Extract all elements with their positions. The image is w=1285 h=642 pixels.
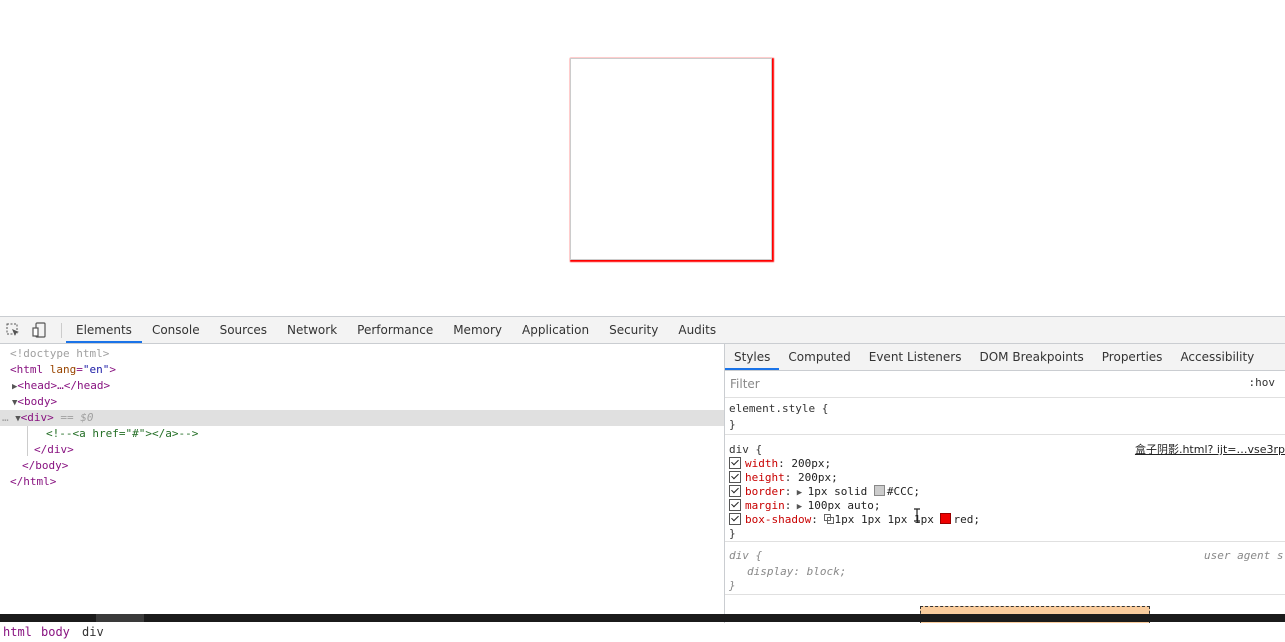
tab-elements[interactable]: Elements bbox=[66, 317, 142, 343]
dom-html-open[interactable]: <html lang="en"> bbox=[10, 362, 734, 378]
element-style-close: } bbox=[729, 418, 736, 431]
ua-property-name: display bbox=[747, 565, 794, 578]
html-close-text: </html> bbox=[10, 475, 57, 488]
tree-guide-line bbox=[27, 426, 28, 456]
breadcrumb-html[interactable]: html bbox=[3, 625, 32, 639]
taskbar-item[interactable] bbox=[96, 614, 144, 622]
property-value[interactable]: 1px solid #CCC; bbox=[808, 485, 920, 498]
body-close-text: </body> bbox=[22, 459, 69, 472]
tab-memory[interactable]: Memory bbox=[443, 317, 512, 343]
property-checkbox[interactable] bbox=[729, 457, 741, 469]
property-value[interactable]: 200px; bbox=[791, 457, 831, 470]
ua-property: display: block; bbox=[747, 565, 847, 578]
breadcrumb: html body div bbox=[0, 621, 724, 642]
elements-tree: <!doctype html> <html lang="en"> ▶<head>… bbox=[0, 344, 724, 642]
styles-filter-bar: :hov bbox=[725, 371, 1285, 398]
tab-network[interactable]: Network bbox=[277, 317, 347, 343]
property-box-shadow[interactable]: box-shadow: 1px 1px 1px 1px red; bbox=[729, 513, 980, 527]
tab-dom-breakpoints[interactable]: DOM Breakpoints bbox=[970, 344, 1092, 370]
dom-body-close[interactable]: </body> bbox=[22, 458, 746, 474]
property-name[interactable]: width bbox=[745, 457, 778, 470]
dom-div-close[interactable]: </div> bbox=[34, 442, 758, 458]
property-checkbox[interactable] bbox=[729, 499, 741, 511]
breadcrumb-body[interactable]: body bbox=[41, 625, 70, 639]
tab-security[interactable]: Security bbox=[599, 317, 668, 343]
ua-rule-close: } bbox=[729, 579, 736, 592]
devtools-toolbar: Elements Console Sources Network Perform… bbox=[0, 317, 1285, 344]
page-viewport bbox=[0, 0, 1285, 316]
property-checkbox[interactable] bbox=[729, 485, 741, 497]
html-attr-value: "en" bbox=[82, 363, 110, 376]
div-close-text: </div> bbox=[34, 443, 74, 456]
expand-shorthand-icon[interactable]: ▶ bbox=[791, 502, 807, 512]
dom-body-open[interactable]: ▼<body> bbox=[12, 394, 736, 410]
tab-event-listeners[interactable]: Event Listeners bbox=[860, 344, 971, 370]
ua-source-label: user agent s bbox=[1204, 549, 1284, 562]
doctype-text: <!doctype html> bbox=[10, 347, 110, 360]
html-tag-text: <html bbox=[10, 363, 44, 376]
tab-audits[interactable]: Audits bbox=[668, 317, 726, 343]
tab-properties[interactable]: Properties bbox=[1093, 344, 1172, 370]
sidebar-tabs: Styles Computed Event Listeners DOM Brea… bbox=[725, 344, 1285, 371]
body-tag-text: <body> bbox=[17, 395, 58, 408]
html-attr-name: lang bbox=[49, 363, 77, 376]
property-checkbox[interactable] bbox=[729, 513, 741, 525]
property-height[interactable]: height: 200px; bbox=[729, 471, 838, 485]
rule-close: } bbox=[729, 527, 736, 540]
tab-styles[interactable]: Styles bbox=[725, 344, 780, 370]
color-swatch-icon[interactable] bbox=[873, 485, 885, 496]
hover-state-toggle[interactable]: :hov bbox=[1249, 376, 1276, 389]
property-value[interactable]: 1px 1px 1px 1px red; bbox=[834, 513, 980, 526]
shadow-editor-icon[interactable] bbox=[824, 513, 835, 526]
property-value[interactable]: 100px auto; bbox=[808, 499, 881, 512]
property-name[interactable]: box-shadow bbox=[745, 513, 811, 526]
styles-sidebar: Styles Computed Event Listeners DOM Brea… bbox=[725, 344, 1285, 623]
div-css-rule: div { 盒子阴影.html? ijt=…vse3rp width: 200p… bbox=[725, 435, 1285, 542]
element-style-rule: element.style { } bbox=[725, 398, 1285, 435]
device-toolbar-icon[interactable] bbox=[30, 321, 48, 339]
shadow-demo-box[interactable] bbox=[570, 58, 772, 260]
devtools-panel: Elements Console Sources Network Perform… bbox=[0, 316, 1285, 642]
breadcrumb-div[interactable]: div bbox=[82, 625, 104, 639]
tab-sources[interactable]: Sources bbox=[210, 317, 277, 343]
property-checkbox[interactable] bbox=[729, 471, 741, 483]
tab-performance[interactable]: Performance bbox=[347, 317, 443, 343]
selected-node-marker: == $0 bbox=[60, 411, 94, 424]
rule-selector[interactable]: div { bbox=[729, 443, 762, 457]
comment-text: <!--<a href="#"></a>--> bbox=[46, 427, 199, 440]
property-margin[interactable]: margin: ▶ 100px auto; bbox=[729, 499, 881, 513]
rule-source-link[interactable]: 盒子阴影.html? ijt=…vse3rp bbox=[1135, 443, 1285, 457]
tab-console[interactable]: Console bbox=[142, 317, 210, 343]
property-width[interactable]: width: 200px; bbox=[729, 457, 831, 471]
color-swatch-icon[interactable] bbox=[940, 513, 952, 524]
tab-computed[interactable]: Computed bbox=[779, 344, 859, 370]
property-border[interactable]: border: ▶ 1px solid #CCC; bbox=[729, 485, 920, 499]
devtools-tabs: Elements Console Sources Network Perform… bbox=[66, 317, 726, 343]
property-name[interactable]: margin bbox=[745, 499, 785, 512]
tab-accessibility[interactable]: Accessibility bbox=[1171, 344, 1263, 370]
dom-comment[interactable]: <!--<a href="#"></a>--> bbox=[46, 426, 770, 442]
dom-head[interactable]: ▶<head>…</head> bbox=[12, 378, 736, 394]
text-cursor-icon bbox=[914, 508, 920, 522]
expand-shorthand-icon[interactable]: ▶ bbox=[791, 488, 807, 498]
styles-filter-input[interactable] bbox=[728, 374, 1237, 394]
user-agent-rule: div { user agent s display: block; } bbox=[725, 542, 1285, 595]
property-name[interactable]: height bbox=[745, 471, 785, 484]
tab-application[interactable]: Application bbox=[512, 317, 599, 343]
ua-selector: div { bbox=[729, 549, 763, 562]
dom-div-selected[interactable]: … ▼<div> == $0 bbox=[0, 410, 724, 426]
element-style-selector[interactable]: element.style { bbox=[729, 402, 828, 416]
ua-property-value: block; bbox=[806, 565, 847, 578]
div-tag-text: <div> bbox=[20, 411, 54, 424]
head-tag-text: <head>…</head> bbox=[17, 379, 111, 392]
more-options-icon[interactable]: … bbox=[2, 411, 9, 424]
property-name[interactable]: border bbox=[745, 485, 785, 498]
toolbar-divider bbox=[61, 323, 62, 338]
dom-html-close[interactable]: </html> bbox=[10, 474, 734, 490]
inspect-element-icon[interactable] bbox=[4, 321, 22, 339]
os-taskbar bbox=[0, 614, 1285, 622]
property-value[interactable]: 200px; bbox=[798, 471, 838, 484]
dom-doctype[interactable]: <!doctype html> bbox=[10, 346, 734, 362]
